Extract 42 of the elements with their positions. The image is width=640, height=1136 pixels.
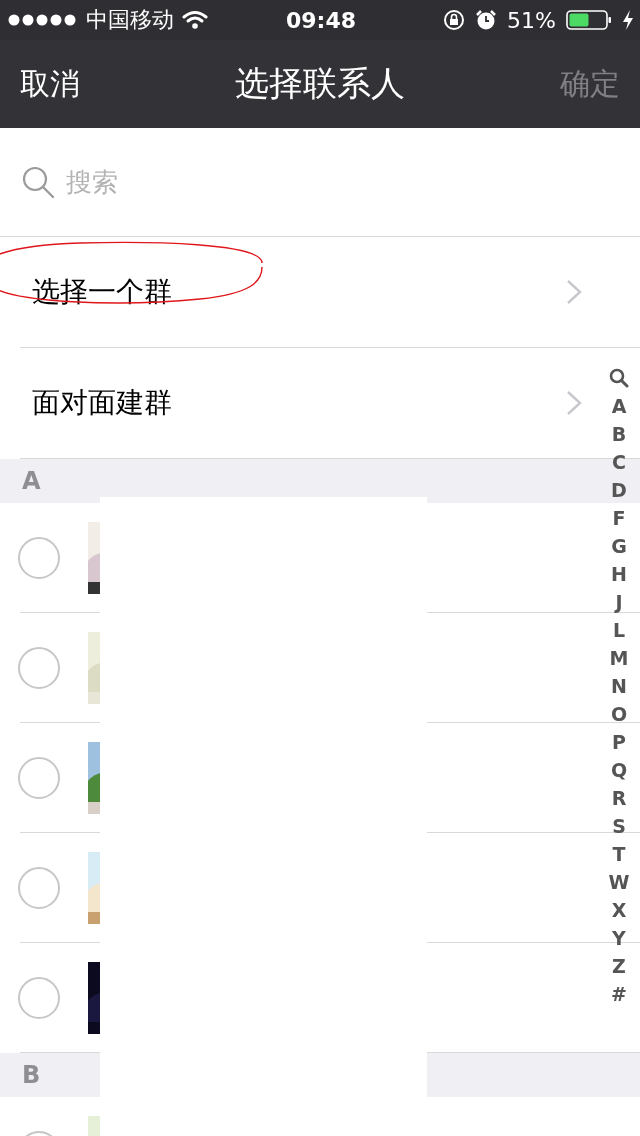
search-icon[interactable]	[609, 368, 629, 388]
index-letter[interactable]: Z	[612, 952, 626, 980]
index-letter[interactable]: P	[612, 728, 626, 756]
carrier-name: 中国移动	[86, 6, 174, 34]
index-letter[interactable]: F	[612, 504, 626, 532]
index-letter[interactable]: #	[611, 980, 627, 1008]
index-letter[interactable]: R	[611, 784, 627, 812]
charging-icon	[622, 9, 634, 31]
select-checkbox[interactable]	[18, 756, 60, 799]
search-icon	[20, 164, 56, 200]
select-checkbox[interactable]	[18, 646, 60, 689]
select-checkbox[interactable]	[18, 976, 60, 1019]
search-field[interactable]: 搜索	[66, 167, 136, 197]
index-letter[interactable]: A	[611, 392, 627, 420]
index-letter[interactable]: D	[611, 476, 627, 504]
index-letter[interactable]: T	[612, 840, 626, 868]
index-letter[interactable]: M	[609, 644, 629, 672]
index-letter[interactable]: L	[612, 616, 626, 644]
wifi-icon	[182, 10, 208, 30]
index-letter[interactable]: B	[611, 420, 627, 448]
index-letter[interactable]: W	[608, 868, 630, 896]
chevron-icon	[566, 279, 582, 305]
index-letter[interactable]: J	[615, 588, 623, 616]
signal-icon	[8, 13, 78, 27]
cancel-button[interactable]: 取消	[20, 63, 80, 105]
index-letter[interactable]: Q	[610, 756, 628, 784]
index-letter[interactable]: H	[611, 560, 627, 588]
select-checkbox[interactable]	[18, 536, 60, 579]
index-letter[interactable]: O	[610, 700, 628, 728]
rotation-lock-icon	[443, 9, 466, 31]
index-letter[interactable]: X	[611, 896, 627, 924]
index-letter[interactable]: S	[612, 812, 626, 840]
index-letter[interactable]: N	[611, 672, 627, 700]
chevron-icon	[566, 390, 582, 416]
index-letter[interactable]: G	[611, 532, 627, 560]
select-checkbox[interactable]	[18, 866, 60, 909]
index-letter[interactable]: Y	[612, 924, 626, 952]
battery-icon	[566, 9, 612, 31]
screen-title: 选择联系人	[235, 62, 405, 105]
alarm-icon	[475, 9, 498, 31]
clock-time: 09:48	[286, 7, 356, 33]
battery-percent: 51%	[507, 7, 556, 33]
